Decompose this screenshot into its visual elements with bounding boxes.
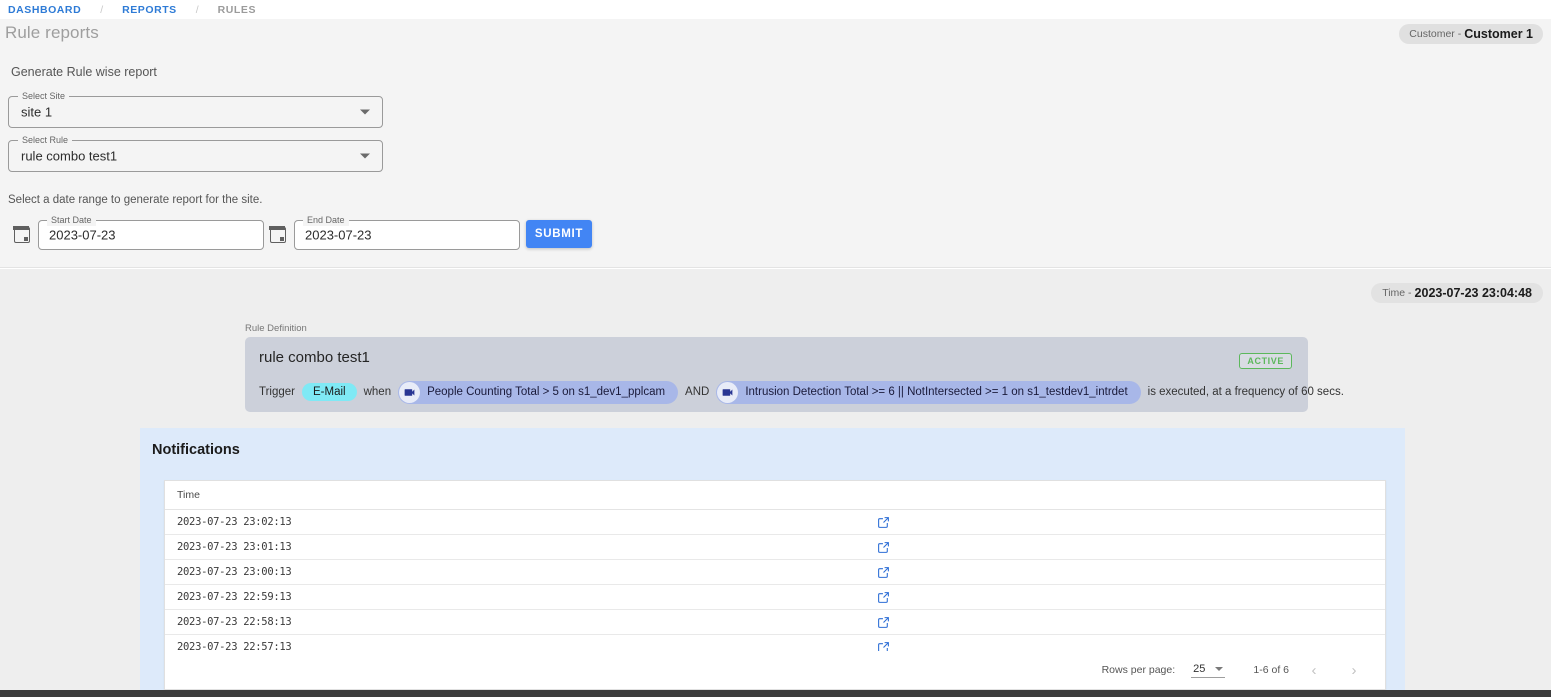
- open-in-new-icon[interactable]: [877, 541, 890, 554]
- customer-badge: Customer - Customer 1: [1399, 24, 1543, 44]
- camera-icon: [399, 382, 420, 403]
- table-header: Time: [165, 481, 1385, 510]
- notification-time: 2023-07-23 23:02:13: [165, 510, 865, 535]
- date-range-hint: Select a date range to generate report f…: [8, 194, 262, 206]
- form-heading: Generate Rule wise report: [11, 65, 157, 79]
- table-row: 2023-07-23 23:01:13: [165, 535, 1385, 560]
- notifications-panel: Notifications Time 2023-07-23 23:02:1320…: [140, 428, 1405, 690]
- notification-action-cell: [865, 610, 1385, 635]
- start-date-value: 2023-07-23: [49, 228, 116, 243]
- notification-action-cell: [865, 535, 1385, 560]
- start-date-label: Start Date: [47, 214, 96, 226]
- table-row: 2023-07-23 23:02:13: [165, 510, 1385, 535]
- end-date-field[interactable]: End Date 2023-07-23: [294, 220, 520, 250]
- notification-time: 2023-07-23 22:59:13: [165, 585, 865, 610]
- title-band: [0, 19, 1551, 52]
- status-badge: ACTIVE: [1239, 353, 1292, 369]
- camera-icon: [717, 382, 738, 403]
- condition-conjunction: AND: [685, 386, 709, 398]
- rule-definition-label: Rule Definition: [245, 323, 307, 334]
- open-in-new-icon[interactable]: [877, 616, 890, 629]
- table-row: 2023-07-23 22:58:13: [165, 610, 1385, 635]
- notification-time: 2023-07-23 22:58:13: [165, 610, 865, 635]
- select-rule-dropdown[interactable]: Select Rule rule combo test1: [8, 140, 383, 172]
- breadcrumb: DASHBOARD / REPORTS / RULES: [0, 0, 1551, 19]
- table-header-row: Time: [165, 481, 1385, 510]
- previous-page-button[interactable]: ‹: [1299, 655, 1329, 685]
- notification-action-cell: [865, 510, 1385, 535]
- rule-trailing-text: is executed, at a frequency of 60 secs.: [1148, 386, 1344, 398]
- page-root: DASHBOARD / REPORTS / RULES Rule reports…: [0, 0, 1551, 697]
- condition-chip-1: People Counting Total > 5 on s1_dev1_ppl…: [398, 381, 678, 404]
- breadcrumb-separator: /: [100, 4, 103, 16]
- chevron-down-icon: [360, 110, 370, 115]
- condition-text-2: Intrusion Detection Total >= 6 || NotInt…: [745, 386, 1127, 398]
- calendar-icon[interactable]: [270, 227, 286, 243]
- notification-time: 2023-07-23 23:00:13: [165, 560, 865, 585]
- rows-per-page-select[interactable]: 25: [1191, 662, 1225, 678]
- table-pagination: Rows per page: 25 1-6 of 6 ‹ ›: [165, 651, 1385, 689]
- calendar-icon[interactable]: [14, 227, 30, 243]
- breadcrumb-item-reports[interactable]: REPORTS: [122, 4, 177, 16]
- pagination-range: 1-6 of 6: [1253, 664, 1289, 676]
- table-row: 2023-07-23 22:59:13: [165, 585, 1385, 610]
- condition-chip-2: Intrusion Detection Total >= 6 || NotInt…: [716, 381, 1140, 404]
- report-time-value: 2023-07-23 23:04:48: [1415, 286, 1532, 300]
- rows-per-page-value: 25: [1193, 663, 1205, 675]
- open-in-new-icon[interactable]: [877, 516, 890, 529]
- submit-button[interactable]: SUBMIT: [526, 220, 592, 248]
- breadcrumb-separator: /: [196, 4, 199, 16]
- next-page-button[interactable]: ›: [1339, 655, 1369, 685]
- rows-per-page-label: Rows per page:: [1102, 664, 1176, 676]
- notification-action-cell: [865, 585, 1385, 610]
- select-rule-value: rule combo test1: [21, 149, 117, 164]
- report-time-label: Time -: [1382, 287, 1411, 299]
- condition-text-1: People Counting Total > 5 on s1_dev1_ppl…: [427, 386, 665, 398]
- notification-action-cell: [865, 560, 1385, 585]
- report-time-badge: Time - 2023-07-23 23:04:48: [1371, 283, 1543, 303]
- select-site-dropdown[interactable]: Select Site site 1: [8, 96, 383, 128]
- open-in-new-icon[interactable]: [877, 591, 890, 604]
- rule-trigger-row: Trigger E-Mail when People Counting Tota…: [259, 381, 1298, 403]
- customer-label: Customer -: [1409, 28, 1461, 40]
- end-date-label: End Date: [303, 214, 349, 226]
- select-site-label: Select Site: [18, 90, 69, 102]
- end-date-value: 2023-07-23: [305, 228, 372, 243]
- breadcrumb-item-dashboard[interactable]: DASHBOARD: [8, 4, 81, 16]
- rule-name: rule combo test1: [259, 349, 370, 366]
- trigger-word: Trigger: [259, 386, 295, 398]
- column-header-action: [865, 481, 1385, 510]
- page-title: Rule reports: [5, 23, 99, 43]
- results-section: Time - 2023-07-23 23:04:48 Rule Definiti…: [0, 269, 1551, 690]
- notifications-title: Notifications: [152, 442, 240, 458]
- open-in-new-icon[interactable]: [877, 566, 890, 579]
- rule-definition-card: rule combo test1 ACTIVE Trigger E-Mail w…: [245, 337, 1308, 412]
- column-header-time: Time: [165, 481, 865, 510]
- table-row: 2023-07-23 23:00:13: [165, 560, 1385, 585]
- report-form-section: Generate Rule wise report Select Site si…: [0, 52, 1551, 268]
- table-body: 2023-07-23 23:02:132023-07-23 23:01:1320…: [165, 510, 1385, 660]
- select-site-value: site 1: [21, 105, 52, 120]
- breadcrumb-item-rules[interactable]: RULES: [218, 4, 256, 16]
- notifications-table-container: Time 2023-07-23 23:02:132023-07-23 23:01…: [164, 480, 1386, 690]
- action-chip-email: E-Mail: [302, 383, 357, 401]
- notifications-table: Time 2023-07-23 23:02:132023-07-23 23:01…: [165, 481, 1385, 660]
- notification-time: 2023-07-23 23:01:13: [165, 535, 865, 560]
- customer-value: Customer 1: [1464, 27, 1533, 41]
- bottom-bar: [0, 690, 1551, 697]
- select-rule-label: Select Rule: [18, 134, 72, 146]
- chevron-down-icon: [360, 154, 370, 159]
- start-date-field[interactable]: Start Date 2023-07-23: [38, 220, 264, 250]
- chevron-down-icon: [1215, 667, 1223, 671]
- when-word: when: [364, 386, 392, 398]
